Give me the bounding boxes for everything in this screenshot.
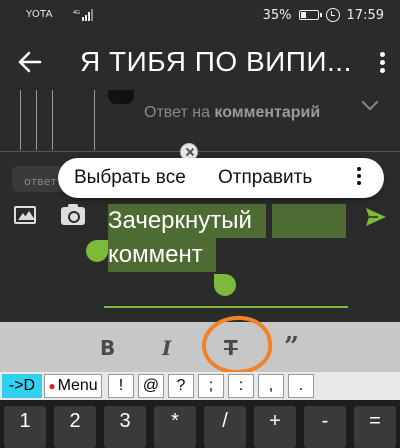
send-menu-button[interactable]: Отправить — [218, 167, 312, 189]
thread-line — [94, 90, 95, 150]
reply-to-label[interactable]: Ответ на комментарий — [144, 104, 320, 122]
signal-icon: 4G — [73, 9, 93, 21]
symbol-key[interactable]: ? — [168, 374, 194, 398]
status-right: 35% 17:59 — [263, 7, 384, 23]
menu-dot-icon: ● — [48, 379, 56, 393]
key-1[interactable]: 1 — [4, 406, 46, 448]
keyboard-number-row: 1 2 3 * / + - = — [0, 400, 400, 448]
keyboard-mode-key[interactable]: ->D — [2, 374, 42, 398]
symbol-key[interactable]: . — [288, 374, 314, 398]
page-title: Я ТИБЯ ПО ВИПИ... — [80, 46, 352, 77]
key-minus[interactable]: - — [304, 406, 346, 448]
selection-handle-start[interactable] — [86, 240, 108, 262]
carrier-label: YOTA — [26, 9, 53, 20]
comment-feed: Ответ на комментарий — [0, 90, 400, 152]
thread-line — [52, 90, 53, 150]
comment-input[interactable]: Зачеркнутый коммент — [108, 204, 252, 272]
symbol-key[interactable]: ; — [198, 374, 224, 398]
thread-line — [20, 90, 21, 150]
format-toolbar: B I T ” — [0, 322, 400, 372]
selection-highlight — [272, 204, 346, 238]
text-selection-menu: Выбрать все Отправить — [58, 158, 384, 198]
keyboard-symbol-row: ->D ● Menu ! @ ? ; : , . — [0, 372, 400, 400]
battery-percent: 35% — [262, 7, 292, 23]
back-arrow-icon[interactable] — [14, 46, 46, 78]
symbol-key[interactable]: ! — [108, 374, 134, 398]
symbol-key[interactable]: @ — [138, 374, 164, 398]
key-slash[interactable]: / — [204, 406, 246, 448]
key-3[interactable]: 3 — [104, 406, 146, 448]
network-type: 4G — [73, 10, 80, 16]
chevron-down-icon[interactable] — [361, 93, 379, 111]
keyboard-menu-key[interactable]: ● Menu — [44, 374, 102, 398]
input-underline — [104, 306, 348, 308]
reply-target: комментарий — [214, 104, 321, 121]
select-all-button[interactable]: Выбрать все — [74, 167, 186, 189]
bold-button[interactable]: B — [100, 336, 115, 360]
battery-icon — [298, 10, 322, 20]
symbol-key[interactable]: : — [228, 374, 254, 398]
symbol-key[interactable]: , — [258, 374, 284, 398]
key-2[interactable]: 2 — [54, 406, 96, 448]
quote-button[interactable]: ” — [284, 332, 299, 362]
alarm-icon — [325, 8, 340, 22]
app-bar: Я ТИБЯ ПО ВИПИ... — [0, 32, 400, 90]
camera-icon[interactable] — [61, 204, 85, 225]
reply-prefix: Ответ на — [144, 104, 210, 121]
clock: 17:59 — [346, 7, 384, 23]
more-options-icon[interactable] — [378, 52, 386, 76]
italic-button[interactable]: I — [162, 336, 171, 360]
menu-key-label: Menu — [57, 377, 98, 394]
input-line: Зачеркнутый — [108, 207, 252, 234]
input-line: коммент — [108, 241, 203, 268]
key-equals[interactable]: = — [354, 406, 396, 448]
key-asterisk[interactable]: * — [154, 406, 196, 448]
selection-handle-end[interactable] — [214, 274, 236, 296]
status-bar: YOTA 4G 35% 17:59 — [0, 0, 400, 32]
send-icon[interactable] — [366, 208, 386, 226]
thread-line — [36, 90, 37, 150]
key-plus[interactable]: + — [254, 406, 296, 448]
gallery-icon[interactable] — [14, 206, 36, 224]
more-options-icon[interactable] — [356, 167, 362, 189]
avatar — [108, 90, 134, 104]
